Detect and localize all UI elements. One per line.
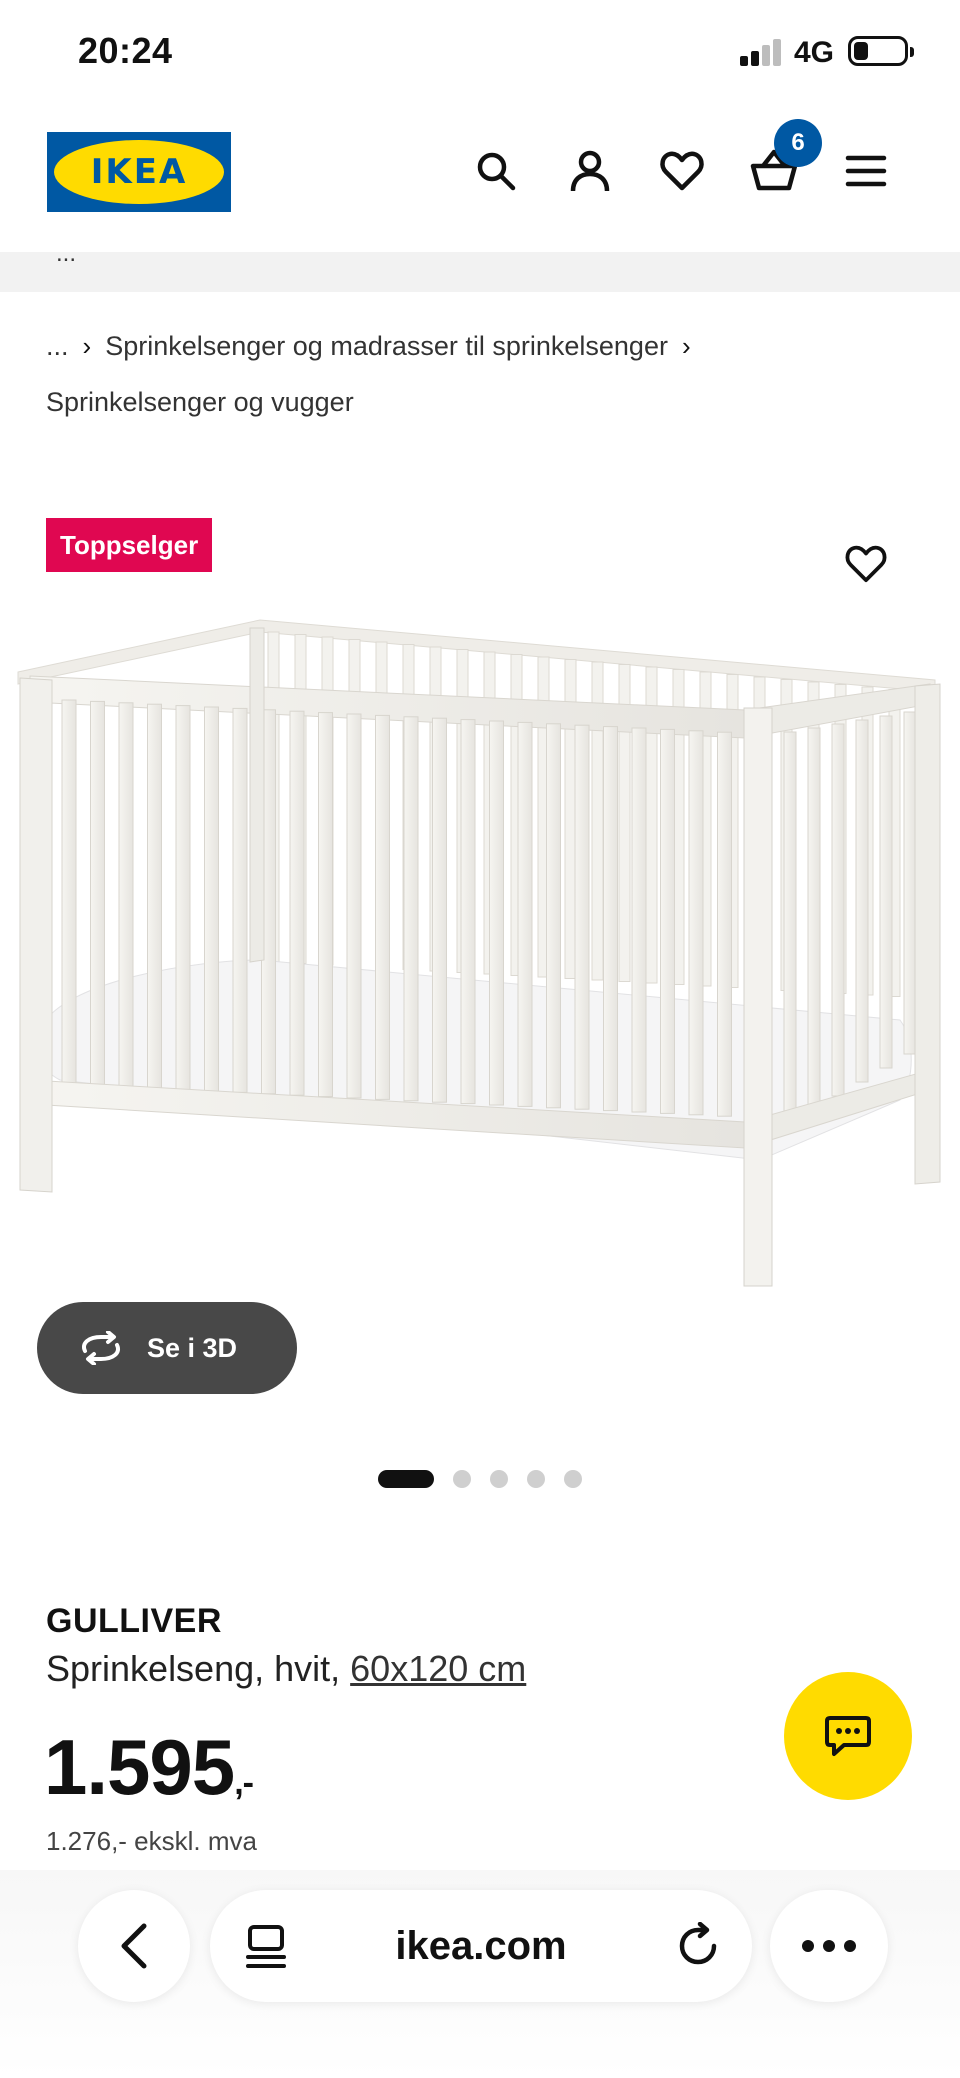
logo-wordmark: IKEA	[90, 152, 188, 192]
chevron-right-icon: ›	[681, 331, 691, 361]
price-main: 1.595	[44, 1723, 235, 1811]
breadcrumb: ... › Sprinkelsenger og madrasser til spri…	[46, 318, 926, 430]
status-bar: 20:24 4G	[0, 0, 960, 105]
product-type: Sprinkelseng, hvit,	[46, 1648, 351, 1689]
strip-truncated-text: ...	[56, 240, 77, 267]
url-text: ikea.com	[395, 1924, 567, 1968]
product-name: GULLIVER	[46, 1602, 222, 1640]
image-carousel-indicator[interactable]	[378, 1468, 601, 1490]
signal-icon	[740, 38, 784, 66]
browser-toolbar: ikea.com	[0, 1870, 960, 2078]
more-dots-icon	[802, 1940, 856, 1952]
chat-button[interactable]	[784, 1672, 912, 1800]
chat-bubble-icon	[825, 1716, 871, 1756]
address-bar[interactable]: ikea.com	[210, 1890, 752, 2002]
cart-count-badge: 6	[774, 119, 822, 167]
status-time: 20:24	[78, 30, 173, 71]
account-icon[interactable]	[562, 143, 618, 199]
breadcrumb-item[interactable]: Sprinkelsenger og madrasser til sprinkel…	[105, 331, 668, 361]
view-in-3d-label: Se i 3D	[147, 1332, 238, 1363]
breadcrumb-ellipsis[interactable]: ...	[46, 331, 69, 361]
menu-icon[interactable]	[838, 143, 894, 199]
view-in-3d-button[interactable]: Se i 3D	[37, 1302, 297, 1394]
carousel-dot[interactable]	[378, 1470, 434, 1488]
browser-more-button[interactable]	[770, 1890, 888, 2002]
network-label: 4G	[794, 36, 835, 69]
top-seller-badge: Toppselger	[46, 518, 213, 572]
ikea-logo[interactable]: IKEA	[47, 132, 231, 212]
product-image[interactable]	[0, 600, 960, 1300]
rotate-3d-icon	[82, 1331, 120, 1365]
breadcrumb-item-current[interactable]: Sprinkelsenger og vugger	[46, 387, 354, 417]
carousel-dot[interactable]	[490, 1470, 508, 1488]
site-header: IKEA 6	[0, 105, 960, 255]
chevron-right-icon: ›	[82, 331, 92, 361]
heart-icon[interactable]	[654, 143, 710, 199]
search-icon[interactable]	[468, 143, 524, 199]
price-excl-vat: 1.276,- ekskl. mva	[46, 1826, 257, 1856]
price-suffix: ,-	[234, 1764, 254, 1802]
chevron-left-icon	[121, 1923, 147, 1969]
battery-icon	[848, 36, 914, 66]
add-to-wishlist-heart-icon[interactable]	[836, 536, 896, 592]
carousel-dot[interactable]	[564, 1470, 582, 1488]
product-description: Sprinkelseng, hvit, 60x120 cm	[46, 1648, 526, 1690]
product-price: 1.595,-	[44, 1722, 254, 1813]
carousel-dot[interactable]	[453, 1470, 471, 1488]
reload-icon[interactable]	[676, 1922, 722, 1968]
carousel-dot[interactable]	[527, 1470, 545, 1488]
browser-back-button[interactable]	[78, 1890, 190, 2002]
size-link[interactable]: 60x120 cm	[350, 1648, 526, 1689]
sticky-strip: ...	[0, 240, 960, 292]
